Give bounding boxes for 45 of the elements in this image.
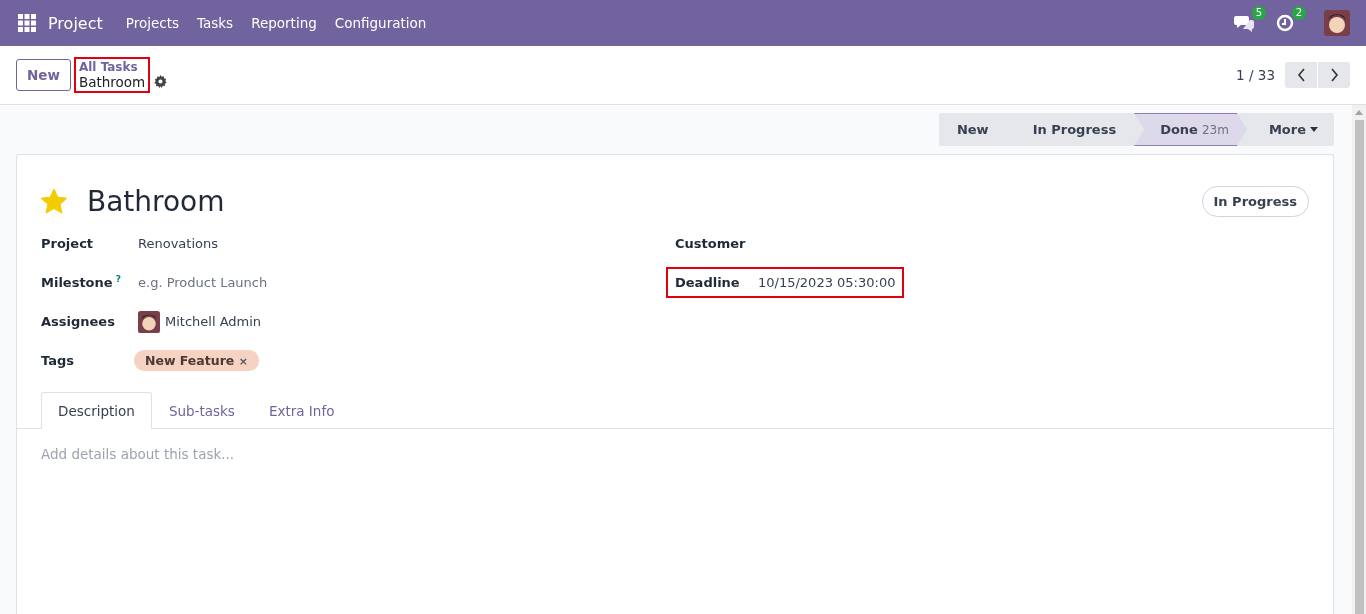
field-value[interactable]: 10/15/2023 05:30:00 <box>758 275 896 290</box>
notebook-tab[interactable]: Extra Info <box>251 392 352 429</box>
user-avatar-icon <box>138 310 160 333</box>
more-button[interactable]: More <box>1246 113 1334 146</box>
user-avatar-icon[interactable] <box>1324 10 1350 36</box>
field-label: Customer <box>675 236 747 251</box>
new-button[interactable]: New <box>16 59 71 91</box>
field-label: Milestone $^{?}$ <box>41 274 122 291</box>
stage-button[interactable]: Done 23m <box>1134 113 1247 146</box>
field-label: Deadline <box>675 275 741 290</box>
caret-icon <box>1310 127 1318 132</box>
clock-icon[interactable] <box>1276 14 1294 32</box>
task-title: Bathroom <box>87 185 225 218</box>
notification-badge: 2 <box>1291 6 1306 20</box>
notification-badge: 5 <box>1251 6 1266 20</box>
pager-counter: 1 / 33 <box>1236 67 1275 83</box>
help-tooltip[interactable]: ? <box>115 274 121 285</box>
assignee-name[interactable]: Mitchell Admin <box>165 314 262 329</box>
remove-tag-button[interactable]: × <box>238 355 248 368</box>
state-button[interactable]: In Progress <box>1201 186 1309 217</box>
notebook-tab[interactable]: Description <box>41 392 152 429</box>
settings-icon[interactable] <box>154 74 168 88</box>
tag-chip[interactable]: New Feature × <box>134 350 259 371</box>
menu-item[interactable]: Configuration <box>334 15 427 31</box>
field-label: Project <box>41 236 95 251</box>
field-label: Assignees <box>41 314 116 329</box>
next-button[interactable] <box>1318 62 1350 88</box>
notebook-tab[interactable]: Sub-tasks <box>151 392 252 429</box>
star-icon[interactable] <box>41 189 67 214</box>
input-field[interactable]: e.g. Product Launch <box>138 275 268 290</box>
app-name[interactable]: Project <box>48 13 103 33</box>
scrollbar-thumb[interactable] <box>1354 120 1364 614</box>
field-value[interactable]: Renovations <box>138 236 218 251</box>
menu-item[interactable]: Reporting <box>251 15 317 31</box>
chat-icon[interactable] <box>1234 14 1254 32</box>
field-label: Tags <box>41 353 75 368</box>
apps-grid-icon[interactable] <box>18 14 36 32</box>
scrollbar[interactable] <box>1352 105 1366 614</box>
chevron-left-icon <box>1296 68 1306 82</box>
previous-button[interactable] <box>1285 62 1317 88</box>
chevron-right-icon <box>1329 68 1339 82</box>
menu-item[interactable]: Projects <box>125 15 179 31</box>
breadcrumb-link[interactable]: All Tasks <box>78 60 146 74</box>
breadcrumb-current: Bathroom <box>78 74 146 90</box>
menu-item[interactable]: Tasks <box>197 15 234 31</box>
